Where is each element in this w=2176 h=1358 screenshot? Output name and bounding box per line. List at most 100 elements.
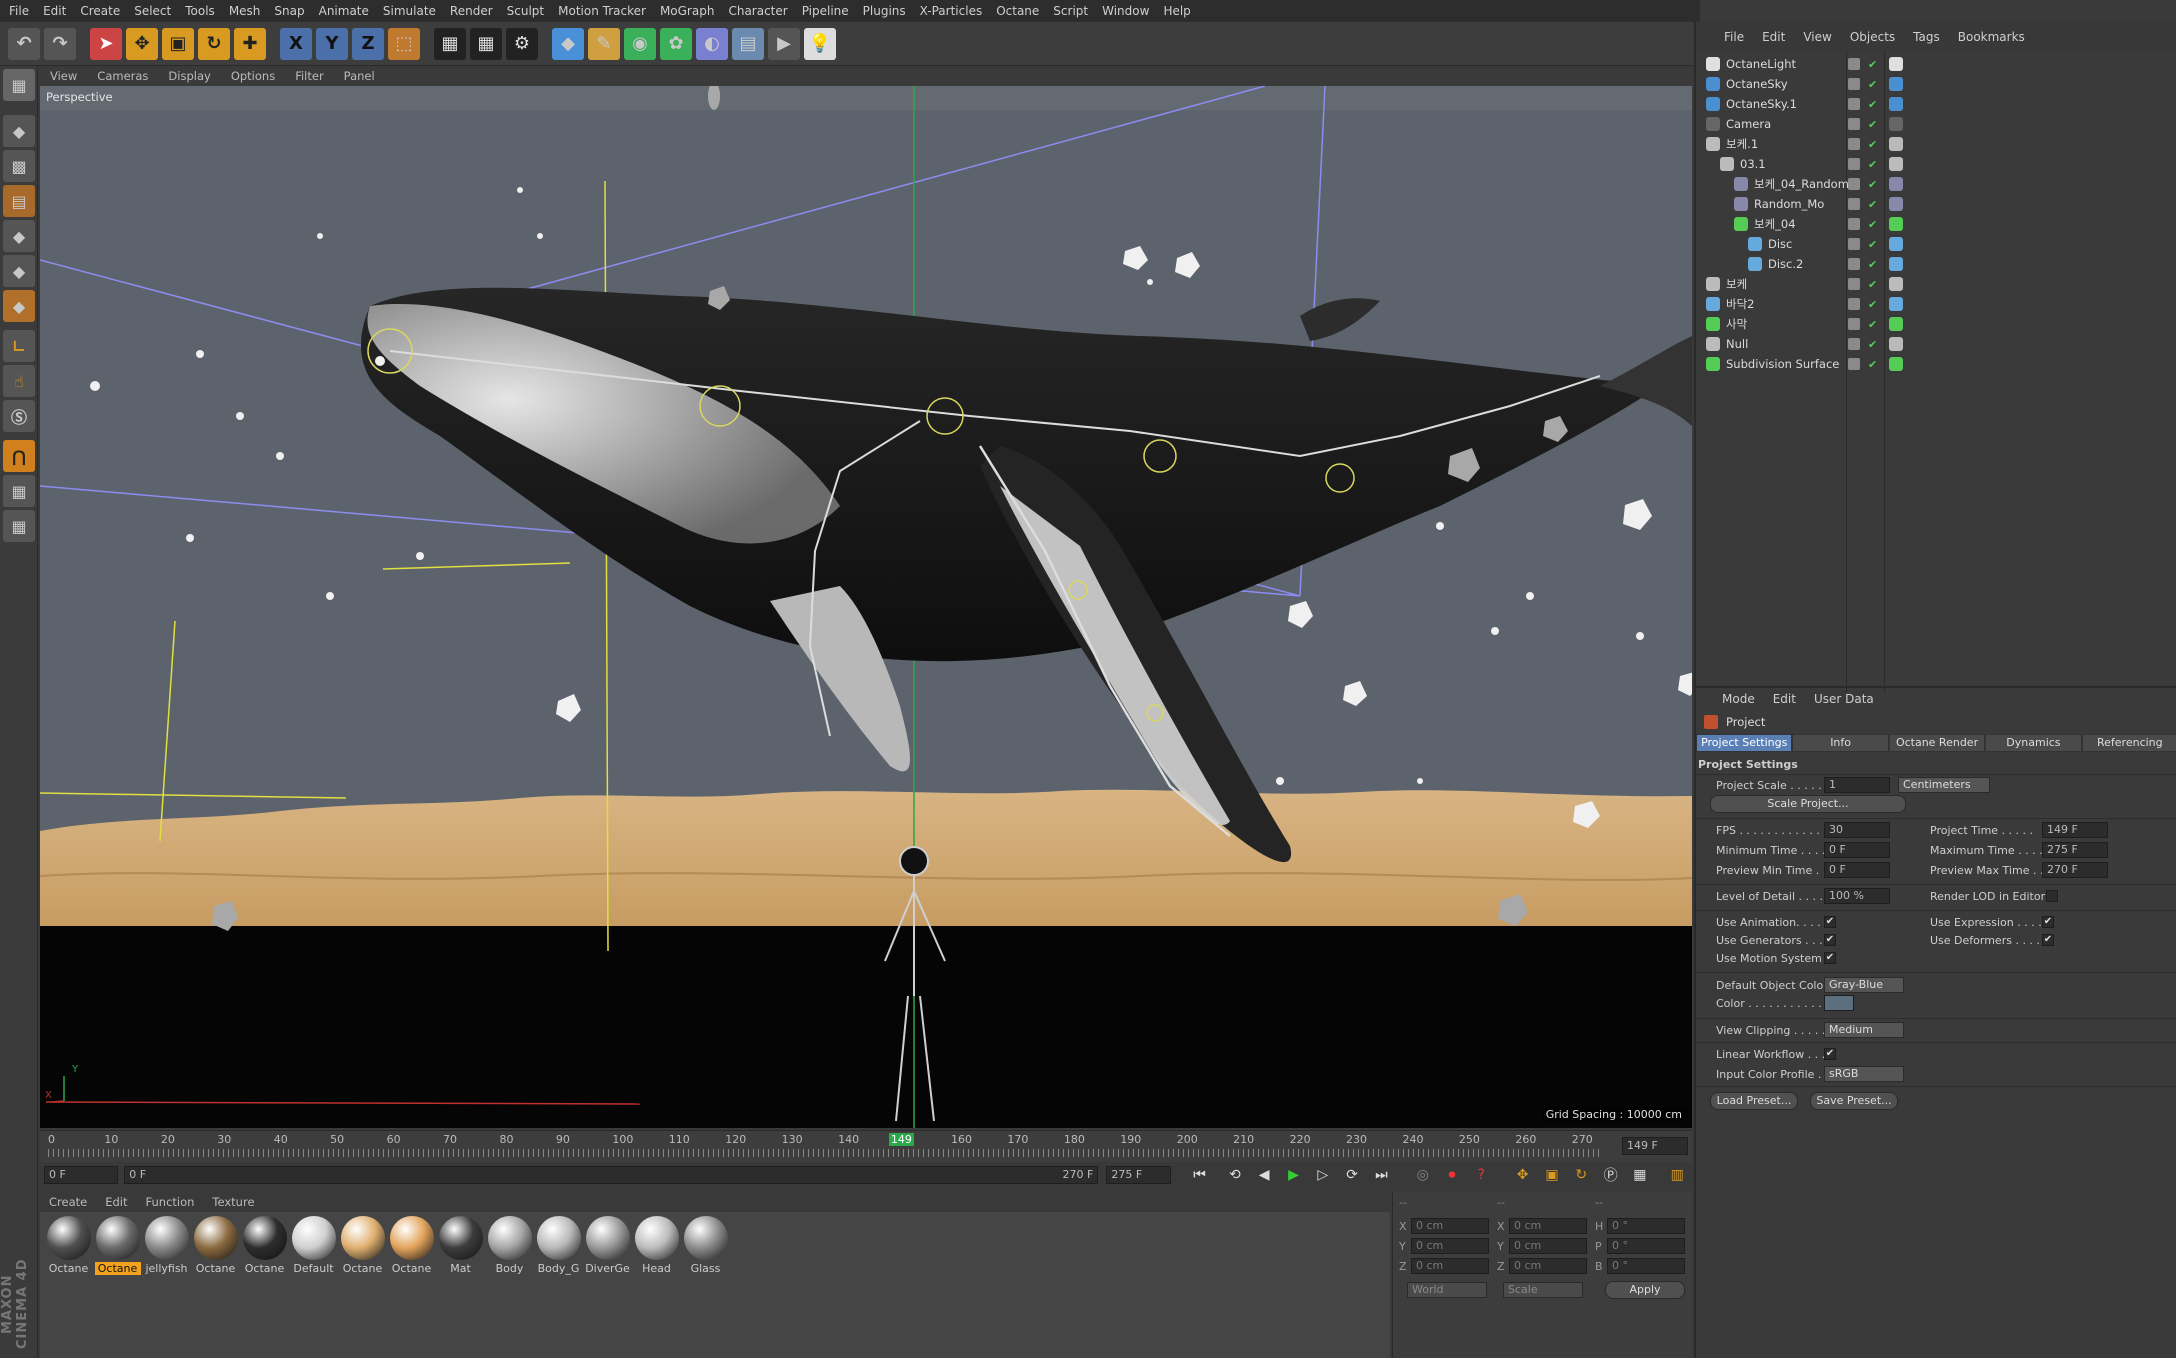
- object-row[interactable]: OctaneSky ✔: [1696, 74, 2176, 94]
- menu-simulate[interactable]: Simulate: [383, 4, 436, 18]
- layer-visibility-icon[interactable]: [1848, 98, 1860, 110]
- current-frame-field[interactable]: 149 F: [1622, 1137, 1688, 1155]
- material-slot[interactable]: Octane: [46, 1216, 92, 1354]
- quantize-icon[interactable]: ▦: [3, 510, 35, 542]
- layer-visibility-icon[interactable]: [1848, 198, 1860, 210]
- material-menu-texture[interactable]: Texture: [212, 1195, 254, 1209]
- enable-check-icon[interactable]: ✔: [1868, 158, 1877, 171]
- key-position-icon[interactable]: ✥: [1510, 1164, 1535, 1186]
- object-tag-icon[interactable]: [1889, 157, 1903, 171]
- object-tag-icon[interactable]: [1889, 97, 1903, 111]
- viewport-menu-display[interactable]: Display: [168, 69, 210, 83]
- object-row[interactable]: Subdivision Surface ✔: [1696, 354, 2176, 374]
- use-generators-checkbox[interactable]: ✔: [1824, 934, 1836, 946]
- menu-x-particles[interactable]: X-Particles: [920, 4, 983, 18]
- edges-mode-icon[interactable]: ◆: [3, 255, 35, 287]
- viewport-menu-cameras[interactable]: Cameras: [97, 69, 148, 83]
- material-slot[interactable]: Glass: [683, 1216, 729, 1354]
- coord-value-field[interactable]: 0 cm: [1509, 1238, 1587, 1254]
- coord-value-field[interactable]: 0 cm: [1509, 1218, 1587, 1234]
- material-slot[interactable]: Octane: [389, 1216, 435, 1354]
- menu-pipeline[interactable]: Pipeline: [802, 4, 849, 18]
- enable-check-icon[interactable]: ✔: [1868, 278, 1877, 291]
- material-slot[interactable]: Head: [634, 1216, 680, 1354]
- enable-check-icon[interactable]: ✔: [1868, 258, 1877, 271]
- menu-tools[interactable]: Tools: [185, 4, 215, 18]
- use-motion-system-checkbox[interactable]: ✔: [1824, 952, 1836, 964]
- object-row[interactable]: OctaneSky.1 ✔: [1696, 94, 2176, 114]
- texture-mode-icon[interactable]: ▩: [3, 150, 35, 182]
- input-color-profile-dropdown[interactable]: sRGB: [1824, 1066, 1904, 1082]
- axis-mode-icon[interactable]: ∟: [3, 330, 35, 362]
- workplane-lock-icon[interactable]: ▦: [3, 475, 35, 507]
- menu-animate[interactable]: Animate: [319, 4, 369, 18]
- key-rotation-icon[interactable]: ↻: [1569, 1164, 1594, 1186]
- object-tag-icon[interactable]: [1889, 117, 1903, 131]
- use-animation-checkbox[interactable]: ✔: [1824, 916, 1836, 928]
- object-tag-icon[interactable]: [1889, 77, 1903, 91]
- enable-check-icon[interactable]: ✔: [1868, 298, 1877, 311]
- tab-octane-render[interactable]: Octane Render: [1888, 734, 1986, 752]
- enable-check-icon[interactable]: ✔: [1868, 178, 1877, 191]
- object-tag-icon[interactable]: [1889, 357, 1903, 371]
- move-tool-icon[interactable]: ✥: [126, 27, 158, 60]
- coord-system-dropdown[interactable]: World: [1407, 1282, 1487, 1298]
- object-menu-tags[interactable]: Tags: [1913, 30, 1940, 44]
- menu-sculpt[interactable]: Sculpt: [507, 4, 544, 18]
- rotate-tool-icon[interactable]: ↻: [198, 27, 230, 60]
- scale-tool-icon[interactable]: ▣: [162, 27, 194, 60]
- key-param-icon[interactable]: Ⓟ: [1598, 1164, 1623, 1186]
- object-row[interactable]: 03.1 ✔: [1696, 154, 2176, 174]
- menu-help[interactable]: Help: [1163, 4, 1190, 18]
- menu-file[interactable]: File: [9, 4, 29, 18]
- object-menu-edit[interactable]: Edit: [1762, 30, 1785, 44]
- tab-info[interactable]: Info: [1792, 734, 1889, 752]
- preview-range-slider[interactable]: 0 F 270 F: [124, 1166, 1099, 1184]
- play-icon[interactable]: ▶: [1281, 1164, 1306, 1186]
- default-object-color-dropdown[interactable]: Gray-Blue: [1824, 977, 1904, 993]
- material-slot[interactable]: DiverGe: [585, 1216, 631, 1354]
- layer-visibility-icon[interactable]: [1848, 358, 1860, 370]
- enable-check-icon[interactable]: ✔: [1868, 318, 1877, 331]
- viewport-menu-view[interactable]: View: [50, 69, 77, 83]
- tab-referencing[interactable]: Referencing: [2081, 734, 2176, 752]
- save-preset-button[interactable]: Save Preset...: [1810, 1092, 1898, 1110]
- scale-project-button[interactable]: Scale Project...: [1710, 795, 1906, 813]
- use-expression-checkbox[interactable]: ✔: [2042, 916, 2054, 928]
- object-tag-icon[interactable]: [1889, 317, 1903, 331]
- coord-value-field[interactable]: 0 cm: [1411, 1218, 1489, 1234]
- layer-visibility-icon[interactable]: [1848, 118, 1860, 130]
- attribute-menu-mode[interactable]: Mode: [1722, 692, 1755, 706]
- menu-render[interactable]: Render: [450, 4, 493, 18]
- autokey-icon[interactable]: ?: [1469, 1164, 1494, 1186]
- viewport-menu-panel[interactable]: Panel: [344, 69, 375, 83]
- enable-check-icon[interactable]: ✔: [1868, 198, 1877, 211]
- viewport[interactable]: Perspective Y X Grid Spacing : 10000 cm: [40, 86, 1692, 1128]
- layer-visibility-icon[interactable]: [1848, 78, 1860, 90]
- object-menu-file[interactable]: File: [1724, 30, 1744, 44]
- menu-snap[interactable]: Snap: [274, 4, 304, 18]
- coord-value-field[interactable]: 0 °: [1607, 1218, 1685, 1234]
- object-tag-icon[interactable]: [1889, 237, 1903, 251]
- enable-check-icon[interactable]: ✔: [1868, 338, 1877, 351]
- object-row[interactable]: Disc ✔: [1696, 234, 2176, 254]
- material-slot[interactable]: Body_G: [536, 1216, 582, 1354]
- object-tag-icon[interactable]: [1889, 137, 1903, 151]
- project-scale-input[interactable]: 1: [1824, 777, 1890, 793]
- layer-visibility-icon[interactable]: [1848, 318, 1860, 330]
- object-row[interactable]: OctaneLight ✔: [1696, 54, 2176, 74]
- tweak-mode-icon[interactable]: ☝: [3, 365, 35, 397]
- pen-spline-icon[interactable]: ✎: [588, 27, 620, 60]
- viewport-menu-options[interactable]: Options: [231, 69, 275, 83]
- object-tag-icon[interactable]: [1889, 337, 1903, 351]
- object-row[interactable]: 보케 ✔: [1696, 274, 2176, 294]
- menu-character[interactable]: Character: [728, 4, 787, 18]
- coord-value-field[interactable]: 0 cm: [1411, 1238, 1489, 1254]
- timeline-window-icon[interactable]: ▥: [1665, 1164, 1690, 1186]
- next-frame-icon[interactable]: ▷: [1310, 1164, 1335, 1186]
- previous-key-icon[interactable]: ⟲: [1222, 1164, 1247, 1186]
- go-to-start-icon[interactable]: ⏮: [1187, 1164, 1212, 1186]
- attribute-menu-user-data[interactable]: User Data: [1814, 692, 1874, 706]
- end-frame-field[interactable]: 275 F: [1106, 1166, 1171, 1184]
- object-tag-icon[interactable]: [1889, 217, 1903, 231]
